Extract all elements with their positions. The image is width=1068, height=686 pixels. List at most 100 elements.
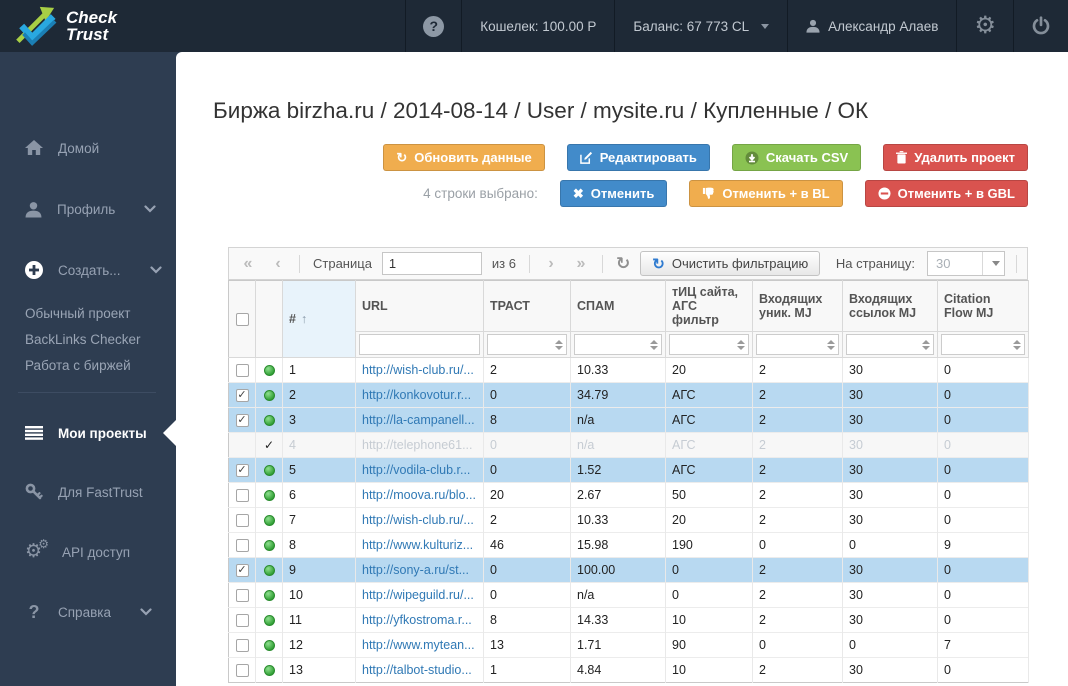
table-row[interactable]: 10 http://wipeguild.ru/... 0 n/a 0 2 30 0 [228, 582, 1029, 608]
app-logo[interactable]: Check Trust [0, 0, 200, 52]
balance-dropdown[interactable]: Баланс: 67 773 CL [614, 0, 787, 52]
column-header-mj-links[interactable]: Входящих ссылок MJ [842, 280, 938, 332]
sidebar-item-label: Создать... [58, 262, 121, 278]
url-link[interactable]: http://talbot-studio... [362, 663, 472, 677]
row-checkbox[interactable]: ✓ [235, 389, 249, 403]
spinner-icon[interactable] [737, 339, 745, 350]
table-row[interactable]: 6 http://moova.ru/blo... 20 2.67 50 2 30 0 [228, 482, 1029, 508]
sidebar-subitem-backlinks-checker[interactable]: BackLinks Checker [0, 326, 176, 352]
delete-project-button[interactable]: Удалить проект [883, 144, 1028, 171]
table-row[interactable]: 8 http://www.kulturiz... 46 15.98 190 0 0 9 [228, 532, 1029, 558]
table-row[interactable]: 1 http://wish-club.ru/... 2 10.33 20 2 30 0 [228, 357, 1029, 383]
row-status-cell [255, 632, 283, 658]
first-page-button[interactable]: « [236, 253, 260, 275]
table-row[interactable]: ✓ 5 http://vodila-club.r... 0 1.52 АГС 2 30 0 [228, 457, 1029, 483]
mj-links-cell: 30 [842, 657, 938, 683]
row-checkbox[interactable] [235, 614, 249, 628]
sidebar-item-help[interactable]: ? Справка [0, 600, 176, 624]
column-header-spam[interactable]: СПАМ [570, 280, 666, 332]
next-page-button[interactable]: › [539, 253, 563, 275]
sidebar-item-create[interactable]: Создать... [0, 258, 176, 282]
spinner-icon[interactable] [1013, 339, 1021, 350]
row-checkbox[interactable] [235, 539, 249, 553]
column-header-tic[interactable]: тИЦ сайта, АГС фильтр [665, 280, 753, 332]
row-checkbox[interactable] [235, 489, 249, 503]
refresh-data-button[interactable]: ↻ Обновить данные [383, 144, 545, 171]
table-row[interactable]: ✓ 3 http://la-campanell... 8 n/a АГС 2 30 0 [228, 407, 1029, 433]
prev-page-button[interactable]: ‹ [266, 253, 290, 275]
table-row[interactable]: 7 http://wish-club.ru/... 2 10.33 20 2 30 0 [228, 507, 1029, 533]
filter-url-input[interactable] [359, 334, 480, 355]
table-row[interactable]: 11 http://yfkostroma.r... 8 14.33 10 2 30 0 [228, 607, 1029, 633]
tic-cell: 0 [665, 582, 753, 608]
page-number-input[interactable] [381, 252, 482, 275]
sidebar-item-fasttrust[interactable]: Для FastTrust [0, 480, 176, 504]
per-page-select[interactable]: 30 [927, 251, 1005, 276]
url-link[interactable]: http://yfkostroma.r... [362, 613, 472, 627]
url-link[interactable]: http://la-campanell... [362, 413, 475, 427]
spinner-icon[interactable] [922, 339, 930, 350]
wallet-balance[interactable]: Кошелек: 100.00 Р [461, 0, 614, 52]
filter-cell-url [355, 331, 484, 358]
url-link[interactable]: http://telephone61... [362, 438, 473, 452]
table-row[interactable]: 13 http://talbot-studio... 1 4.84 10 2 30 0 [228, 657, 1029, 683]
table-row[interactable]: 12 http://www.mytean... 13 1.71 90 0 0 7 [228, 632, 1029, 658]
cancel-button[interactable]: ✖ Отменить [559, 180, 668, 207]
row-checkbox[interactable] [235, 514, 249, 528]
url-link[interactable]: http://www.kulturiz... [362, 538, 473, 552]
row-checkbox[interactable] [235, 589, 249, 603]
table-row[interactable]: ✓ 4 http://telephone61... 0 n/a АГС 2 30 0 [228, 432, 1029, 458]
column-header-mj-unique[interactable]: Входящих уник. MJ [752, 280, 843, 332]
sidebar-subitem-exchange-work[interactable]: Работа с биржей [0, 352, 176, 378]
trust-cell: 2 [483, 507, 571, 533]
last-page-button[interactable]: » [569, 253, 593, 275]
spinner-icon[interactable] [827, 339, 835, 350]
edit-button[interactable]: Редактировать [566, 144, 710, 171]
user-menu[interactable]: Александр Алаев [787, 0, 956, 52]
key-icon [25, 483, 43, 500]
row-checkbox[interactable] [235, 364, 249, 378]
trust-cell: 0 [483, 557, 571, 583]
select-all-checkbox[interactable] [235, 313, 249, 327]
row-checkbox[interactable] [235, 664, 249, 678]
url-link[interactable]: http://wish-club.ru/... [362, 363, 474, 377]
row-checkbox[interactable]: ✓ [235, 464, 249, 478]
clear-filters-button[interactable]: ↻ Очистить фильтрацию [640, 251, 821, 276]
filter-mj-links-input[interactable] [846, 334, 934, 355]
url-link[interactable]: http://www.mytean... [362, 638, 475, 652]
row-checkbox[interactable]: ✓ [235, 564, 249, 578]
url-link[interactable]: http://wish-club.ru/... [362, 513, 474, 527]
sidebar-item-my-projects[interactable]: Мои проекты [0, 421, 176, 445]
column-header-citation-flow[interactable]: Citation Flow MJ [937, 280, 1029, 332]
url-link[interactable]: http://moova.ru/blo... [362, 488, 476, 502]
row-checkbox[interactable] [235, 639, 249, 653]
download-icon [745, 151, 759, 164]
url-link[interactable]: http://sony-a.ru/st... [362, 563, 469, 577]
download-csv-button[interactable]: Скачать CSV [731, 144, 862, 171]
toolbar-separator [529, 254, 530, 273]
edit-icon [579, 151, 592, 164]
url-link[interactable]: http://vodila-club.r... [362, 463, 470, 477]
url-link[interactable]: http://konkovotur.r... [362, 388, 471, 402]
sidebar-subitem-regular-project[interactable]: Обычный проект [0, 300, 176, 326]
spinner-icon[interactable] [650, 339, 658, 350]
cancel-gbl-button[interactable]: Отменить + в GBL [864, 180, 1028, 207]
logout-button[interactable] [1013, 0, 1068, 52]
table-row[interactable]: ✓ 2 http://konkovotur.r... 0 34.79 АГС 2 30 0 [228, 382, 1029, 408]
refresh-grid-icon[interactable]: ↻ [612, 254, 634, 274]
sidebar-item-profile[interactable]: Профиль [0, 197, 176, 221]
sidebar-item-api-access[interactable]: ⚙ ⚙ API доступ [0, 538, 176, 564]
settings-button[interactable]: ⚙ [956, 0, 1013, 52]
url-link[interactable]: http://wipeguild.ru/... [362, 588, 474, 602]
table-row[interactable]: ✓ 9 http://sony-a.ru/st... 0 100.00 0 2 30 0 [228, 557, 1029, 583]
help-button[interactable]: ? [405, 0, 461, 52]
filter-spam-input[interactable] [574, 334, 662, 355]
column-header-trust[interactable]: ТРАСТ [483, 280, 571, 332]
sidebar-item-home[interactable]: Домой [0, 136, 176, 160]
spinner-icon[interactable] [555, 339, 563, 350]
cancel-bl-button[interactable]: Отменить + в BL [689, 180, 843, 207]
column-header-num[interactable]: # ↑ [282, 280, 356, 358]
row-checkbox[interactable]: ✓ [235, 414, 249, 428]
column-header-url[interactable]: URL [355, 280, 484, 332]
row-number-cell: 12 [282, 632, 356, 658]
